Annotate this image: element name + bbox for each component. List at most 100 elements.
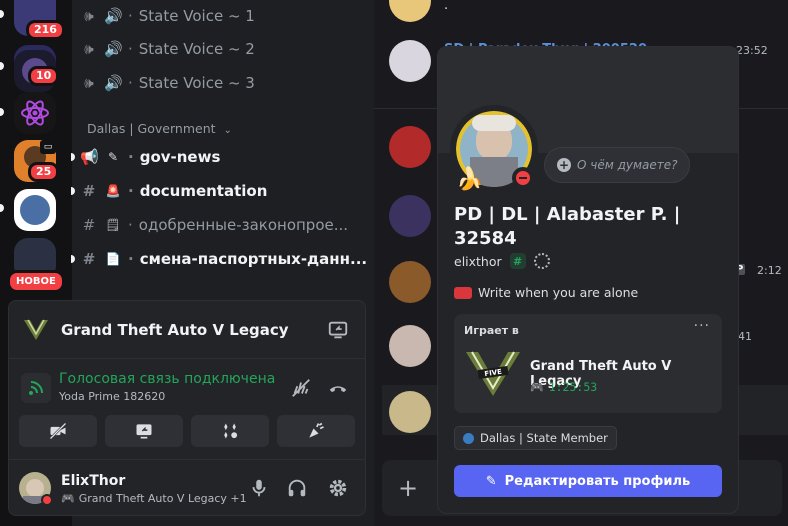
settings-gear-icon[interactable] (327, 477, 349, 499)
separator-dot: · (128, 74, 133, 92)
activity-card: Играет в ··· FIVE Grand Theft Auto V Leg… (454, 314, 722, 413)
voice-locked-icon: 🕪 (84, 74, 94, 92)
voice-channel[interactable]: 🕪 🔊 · State Voice ~ 1 (80, 1, 370, 31)
edit-profile-button[interactable]: ✎ Редактировать профиль (454, 465, 722, 497)
text-channel[interactable]: # 📄 · смена-паспортных-данн... (80, 244, 370, 274)
soundboard-icon (309, 422, 324, 438)
message-avatar[interactable] (389, 40, 431, 82)
message-timestamp-partial: 41 (738, 330, 752, 343)
screen-share-icon (136, 424, 152, 439)
user-display-name[interactable]: ElixThor (61, 473, 125, 489)
headphones-icon[interactable] (286, 477, 308, 499)
screen-share-icon[interactable] (327, 319, 349, 341)
server-tag-icon[interactable]: # (509, 253, 526, 269)
badge-icon[interactable] (533, 253, 550, 269)
separator-dot: · (128, 148, 134, 166)
text-channel-name: одобренные-законопрое... (138, 216, 349, 234)
hashtag-locked-icon: # (82, 216, 96, 234)
separator-dot: · (128, 250, 134, 268)
voice-channel[interactable]: 🕪 🔊 · State Voice ~ 3 (80, 68, 370, 98)
profile-username-row: elixthor # (454, 253, 550, 269)
channel-unread-indicator (71, 187, 75, 195)
text-channel[interactable]: 📢 ✎ · gov-news (80, 142, 370, 172)
voice-channel-name: State Voice ~ 2 (138, 40, 255, 58)
profile-popout: 🍌 + О чём думаете? PD | DL | Alabaster P… (437, 46, 739, 514)
chevron-down-icon: ⌄ (223, 125, 232, 136)
message-avatar[interactable] (389, 391, 431, 433)
channel-unread-indicator (71, 255, 75, 263)
screen-share-indicator-icon: ▭ (40, 140, 56, 154)
activities-button[interactable] (191, 415, 269, 447)
edit-profile-label: Редактировать профиль (504, 473, 691, 489)
text-channel-name: смена-паспортных-данн... (139, 250, 368, 268)
role-color-dot (463, 432, 474, 444)
disconnect-call-icon[interactable] (327, 377, 349, 399)
camera-off-button[interactable] (19, 415, 97, 447)
microphone-icon[interactable] (248, 477, 270, 499)
user-panel: ElixThor 🎮 Grand Theft Auto V Legacy +1 (9, 459, 365, 516)
message-avatar[interactable] (389, 0, 431, 22)
voice-locked-icon: 🕪 (84, 40, 94, 58)
dnd-status-icon (41, 494, 53, 506)
text-channel[interactable]: # 🚨 · documentation (80, 176, 370, 206)
text-channel[interactable]: # 🗒 · одобренные-законопрое... (80, 210, 370, 240)
voice-channel-name: State Voice ~ 3 (138, 74, 255, 92)
thought-bubble-text: О чём думаете? (577, 158, 678, 172)
siren-icon: 🚨 (105, 184, 121, 198)
share-screen-button[interactable] (105, 415, 183, 447)
role-pill[interactable]: Dallas | State Member (454, 426, 617, 450)
server-mention-badge: 216 (26, 20, 65, 40)
gamepad-icon: 🎮 (530, 380, 544, 394)
server-mention-badge: 25 (28, 162, 60, 182)
message-avatar[interactable] (389, 195, 431, 237)
add-attachment-icon[interactable]: + (398, 474, 418, 502)
message-text: · (444, 2, 449, 17)
gta-logo-icon (24, 319, 48, 340)
message-timestamp: 2:12 (757, 264, 782, 277)
document-icon: 🗒 (105, 218, 121, 232)
custom-status-text: Write when you are alone (478, 285, 639, 300)
new-badge: НОВОЕ (7, 270, 65, 293)
voice-locked-icon: 🕪 (84, 7, 94, 25)
profile-display-name: PD | DL | Alabaster P. | 32584 (454, 204, 681, 249)
plus-circle-icon: + (557, 158, 571, 172)
server-unread-indicator (0, 10, 4, 18)
activity-elapsed: 🎮 1:25:53 (530, 380, 597, 394)
separator-dot: · (128, 182, 134, 200)
voice-channel[interactable]: 🕪 🔊 · State Voice ~ 2 (80, 34, 370, 64)
server-unread-indicator (0, 108, 4, 116)
announcement-icon: 📢 (80, 148, 99, 166)
message-avatar[interactable] (389, 261, 431, 303)
hashtag-locked-icon: # (82, 250, 96, 268)
camera-off-icon (49, 422, 67, 440)
message-avatar[interactable] (389, 325, 431, 367)
user-activity: 🎮 Grand Theft Auto V Legacy +1 (61, 492, 247, 505)
elapsed-time: 1:25:53 (548, 380, 598, 394)
channel-unread-indicator (71, 153, 75, 161)
voice-connected-status[interactable]: Голосовая связь подключена (59, 371, 275, 387)
text-channel-name: gov-news (139, 148, 221, 166)
noise-suppression-off-icon[interactable] (290, 377, 312, 399)
banana-decoration-icon: 🍌 (456, 167, 484, 192)
more-options-icon[interactable]: ··· (694, 318, 710, 334)
server-icon-6[interactable] (14, 189, 56, 231)
separator-dot: · (128, 216, 133, 234)
gamepad-icon: 🎮 (61, 492, 75, 505)
voice-panel: Grand Theft Auto V Legacy Голосовая связ… (8, 300, 366, 516)
server-mention-badge: 10 (28, 66, 60, 86)
voice-channel-location[interactable]: Yoda Prime 182620 (59, 390, 165, 403)
speaker-icon: 🔊 (104, 74, 123, 92)
soundboard-button[interactable] (277, 415, 355, 447)
page-icon: 📄 (105, 252, 121, 266)
channel-category[interactable]: Dallas | Government ⌄ (87, 121, 232, 136)
custom-status-bubble[interactable]: + О чём думаете? (544, 147, 690, 183)
message-avatar[interactable] (389, 126, 431, 168)
activity-game-title: Grand Theft Auto V Legacy (61, 321, 289, 339)
profile-username[interactable]: elixthor (454, 254, 502, 269)
custom-status: Write when you are alone (454, 285, 638, 300)
bus-icon (454, 286, 472, 299)
server-unread-indicator (0, 204, 4, 212)
separator-dot: · (128, 7, 133, 25)
server-icon-4[interactable] (14, 92, 56, 134)
speaker-icon: 🔊 (104, 40, 123, 58)
